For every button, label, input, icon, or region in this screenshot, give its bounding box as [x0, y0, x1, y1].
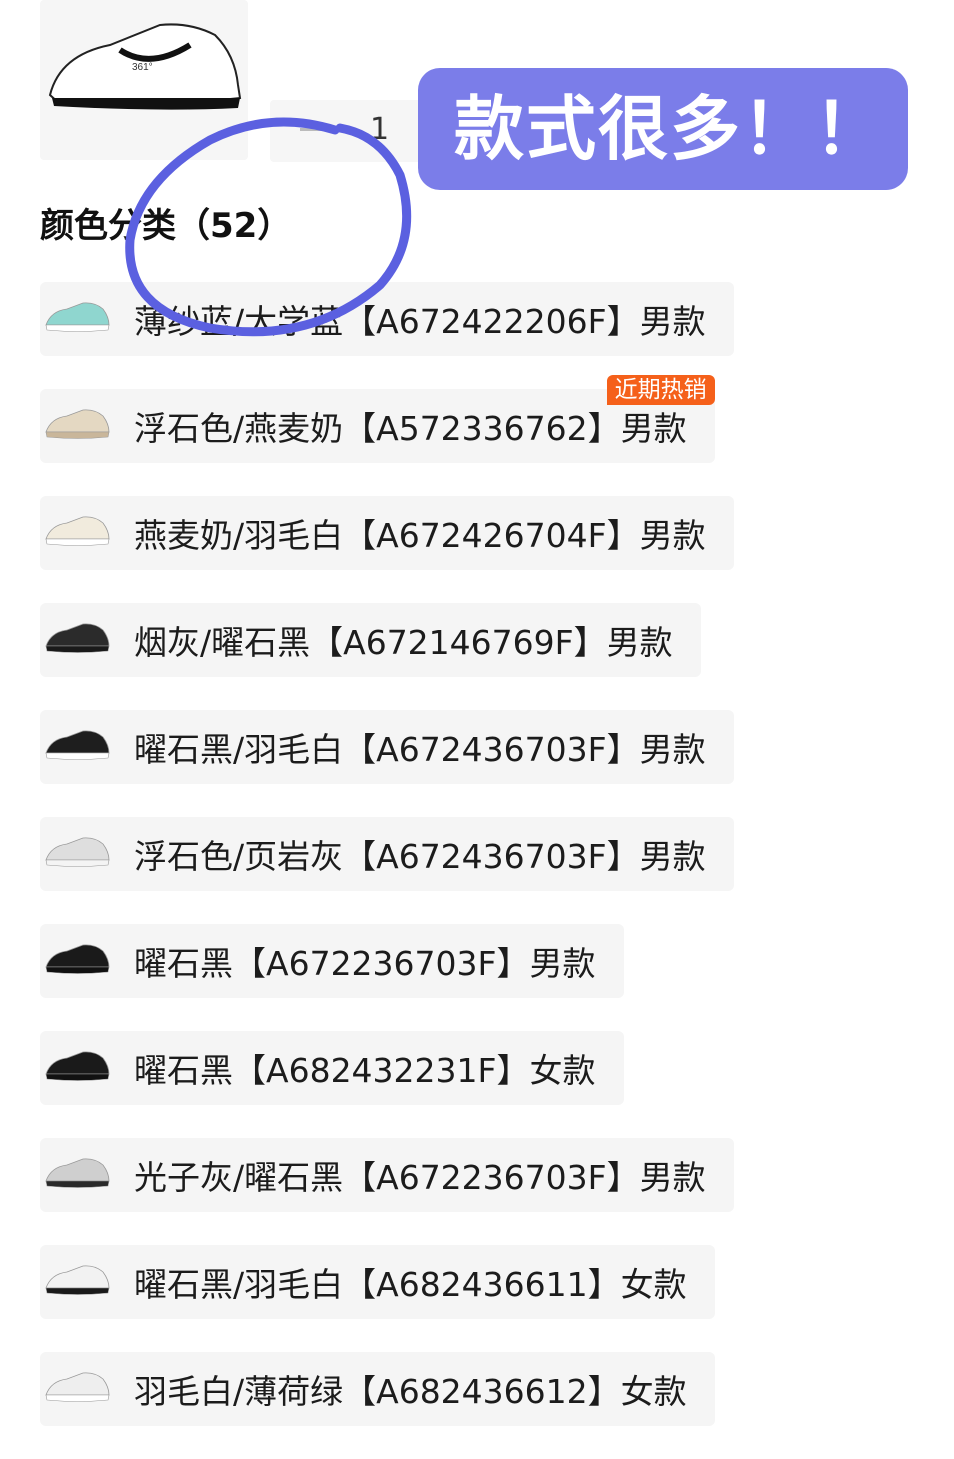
variant-label: 羽毛白/薄荷绿【A682436612】女款: [134, 1372, 687, 1411]
minus-icon[interactable]: [300, 128, 324, 131]
variant-label: 烟灰/曜石黑【A672146769F】男款: [134, 623, 673, 662]
variant-item[interactable]: 羽毛白/薄荷绿【A682436612】女款: [40, 1352, 715, 1426]
variant-item[interactable]: 浮石色/燕麦奶【A572336762】男款 近期热销: [40, 375, 715, 463]
variant-label: 曜石黑/羽毛白【A682436611】女款: [134, 1265, 687, 1304]
hot-sale-badge: 近期热销: [606, 375, 715, 405]
shoe-thumbnail: [40, 1138, 114, 1212]
shoe-thumbnail: [40, 924, 114, 998]
variant-item[interactable]: 燕麦奶/羽毛白【A672426704F】男款: [40, 496, 734, 570]
variant-label: 光子灰/曜石黑【A672236703F】男款: [134, 1158, 706, 1197]
variant-item[interactable]: 曜石黑/羽毛白【A682436611】女款: [40, 1245, 715, 1319]
shoe-thumbnail: [40, 1031, 114, 1105]
shoe-thumbnail: [40, 817, 114, 891]
quantity-value: 1: [370, 112, 390, 147]
promo-banner: 款式很多！！: [418, 68, 908, 190]
shoe-thumbnail: [40, 1245, 114, 1319]
shoe-thumbnail: [40, 1352, 114, 1426]
variant-label: 燕麦奶/羽毛白【A672426704F】男款: [134, 516, 706, 555]
variant-label: 浮石色/燕麦奶【A572336762】男款: [134, 409, 687, 448]
color-category-title: 颜色分类（52）: [40, 206, 292, 246]
shoe-thumbnail: [40, 389, 114, 463]
variant-item[interactable]: 曜石黑/羽毛白【A672436703F】男款: [40, 710, 734, 784]
shoe-thumbnail: [40, 282, 114, 356]
svg-text:361°: 361°: [132, 62, 153, 73]
variant-label: 曜石黑/羽毛白【A672436703F】男款: [134, 730, 706, 769]
variant-item[interactable]: 薄纱蓝/大学蓝【A672422206F】男款: [40, 282, 734, 356]
variant-item[interactable]: 浮石色/页岩灰【A672436703F】男款: [40, 817, 734, 891]
variant-item[interactable]: 曜石黑【A672236703F】男款: [40, 924, 624, 998]
variant-label: 曜石黑【A672236703F】男款: [134, 944, 596, 983]
product-image[interactable]: 361°: [40, 0, 248, 160]
shoe-thumbnail: [40, 603, 114, 677]
variant-item[interactable]: 光子灰/曜石黑【A672236703F】男款: [40, 1138, 734, 1212]
variant-label: 薄纱蓝/大学蓝【A672422206F】男款: [134, 302, 706, 341]
shoe-image-main: 361°: [48, 23, 242, 110]
variant-label: 曜石黑【A682432231F】女款: [134, 1051, 596, 1090]
variant-item[interactable]: 烟灰/曜石黑【A672146769F】男款: [40, 603, 701, 677]
color-variant-list: 薄纱蓝/大学蓝【A672422206F】男款 浮石色/燕麦奶【A572336762…: [40, 282, 740, 1459]
shoe-thumbnail: [40, 710, 114, 784]
quantity-stepper[interactable]: 1 +: [270, 100, 447, 162]
variant-item[interactable]: 曜石黑【A682432231F】女款: [40, 1031, 624, 1105]
variant-label: 浮石色/页岩灰【A672436703F】男款: [134, 837, 706, 876]
shoe-thumbnail: [40, 496, 114, 570]
